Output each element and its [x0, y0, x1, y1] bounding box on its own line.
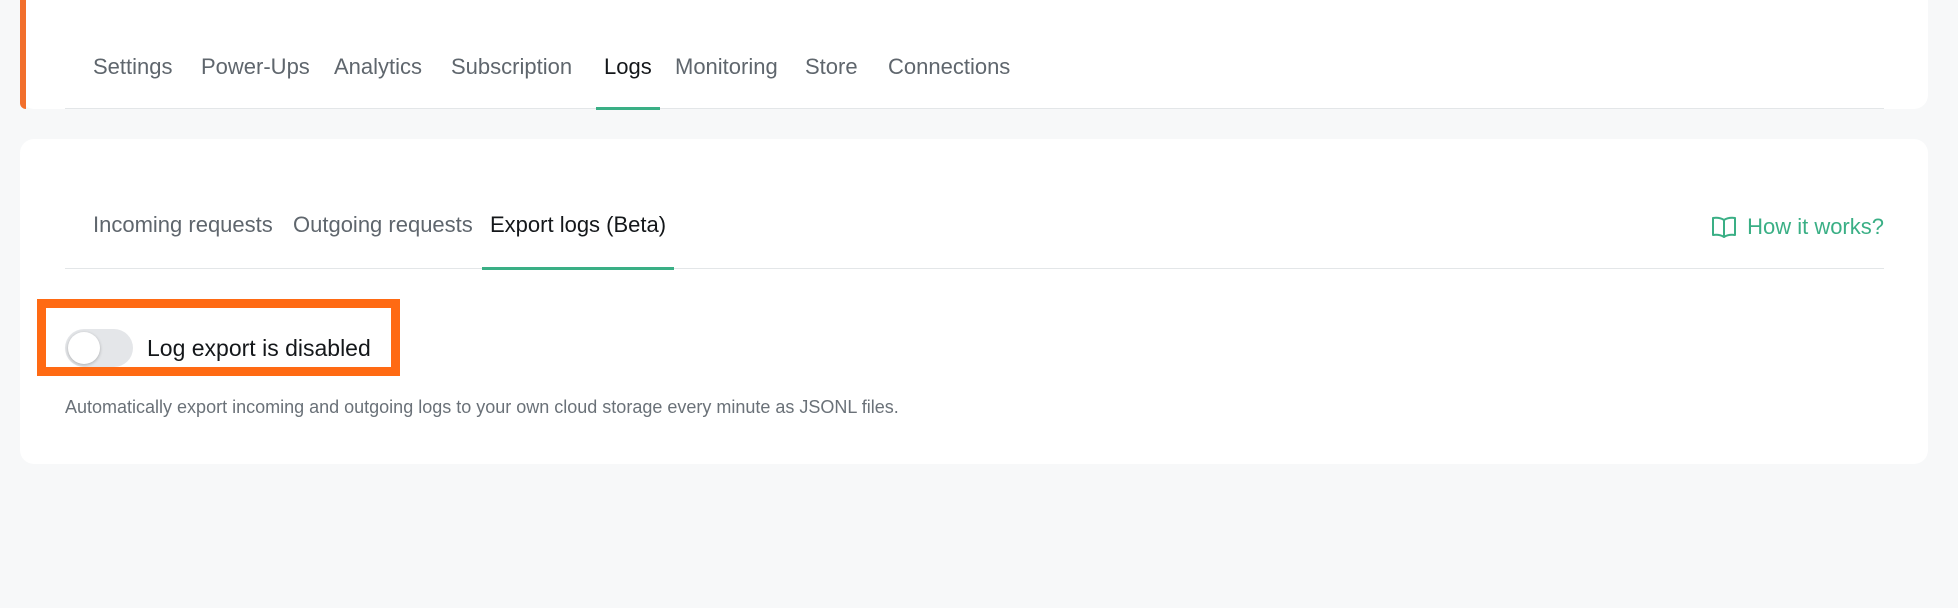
log-export-toggle[interactable]	[65, 329, 133, 367]
how-it-works-label: How it works?	[1747, 214, 1884, 239]
log-export-description: Automatically export incoming and outgoi…	[65, 397, 899, 417]
tab-incoming-requests[interactable]: Incoming requests	[93, 139, 273, 269]
tab-outgoing-requests[interactable]: Outgoing requests	[293, 139, 473, 269]
tab-logs[interactable]: Logs	[596, 0, 660, 110]
tab-export-logs[interactable]: Export logs (Beta)	[481, 139, 675, 270]
sub-tabs: Incoming requests Outgoing requests Expo…	[65, 139, 1884, 270]
how-it-works-link[interactable]: How it works?	[1711, 212, 1884, 242]
tab-store[interactable]: Store	[805, 0, 858, 109]
tab-monitoring[interactable]: Monitoring	[675, 0, 778, 109]
main-nav-card: Settings Power-Ups Analytics Subscriptio…	[20, 0, 1928, 110]
accent-bar	[20, 0, 26, 109]
log-export-status-label: Log export is disabled	[147, 335, 371, 361]
tab-connections[interactable]: Connections	[888, 0, 1010, 109]
tab-analytics[interactable]: Analytics	[334, 0, 422, 109]
toggle-knob	[68, 332, 100, 364]
tab-power-ups[interactable]: Power-Ups	[201, 0, 310, 109]
main-tabs: Settings Power-Ups Analytics Subscriptio…	[65, 0, 1884, 110]
tab-settings[interactable]: Settings	[93, 0, 173, 109]
tab-subscription[interactable]: Subscription	[451, 0, 572, 109]
log-export-card: Incoming requests Outgoing requests Expo…	[20, 139, 1928, 464]
book-icon	[1711, 215, 1737, 239]
